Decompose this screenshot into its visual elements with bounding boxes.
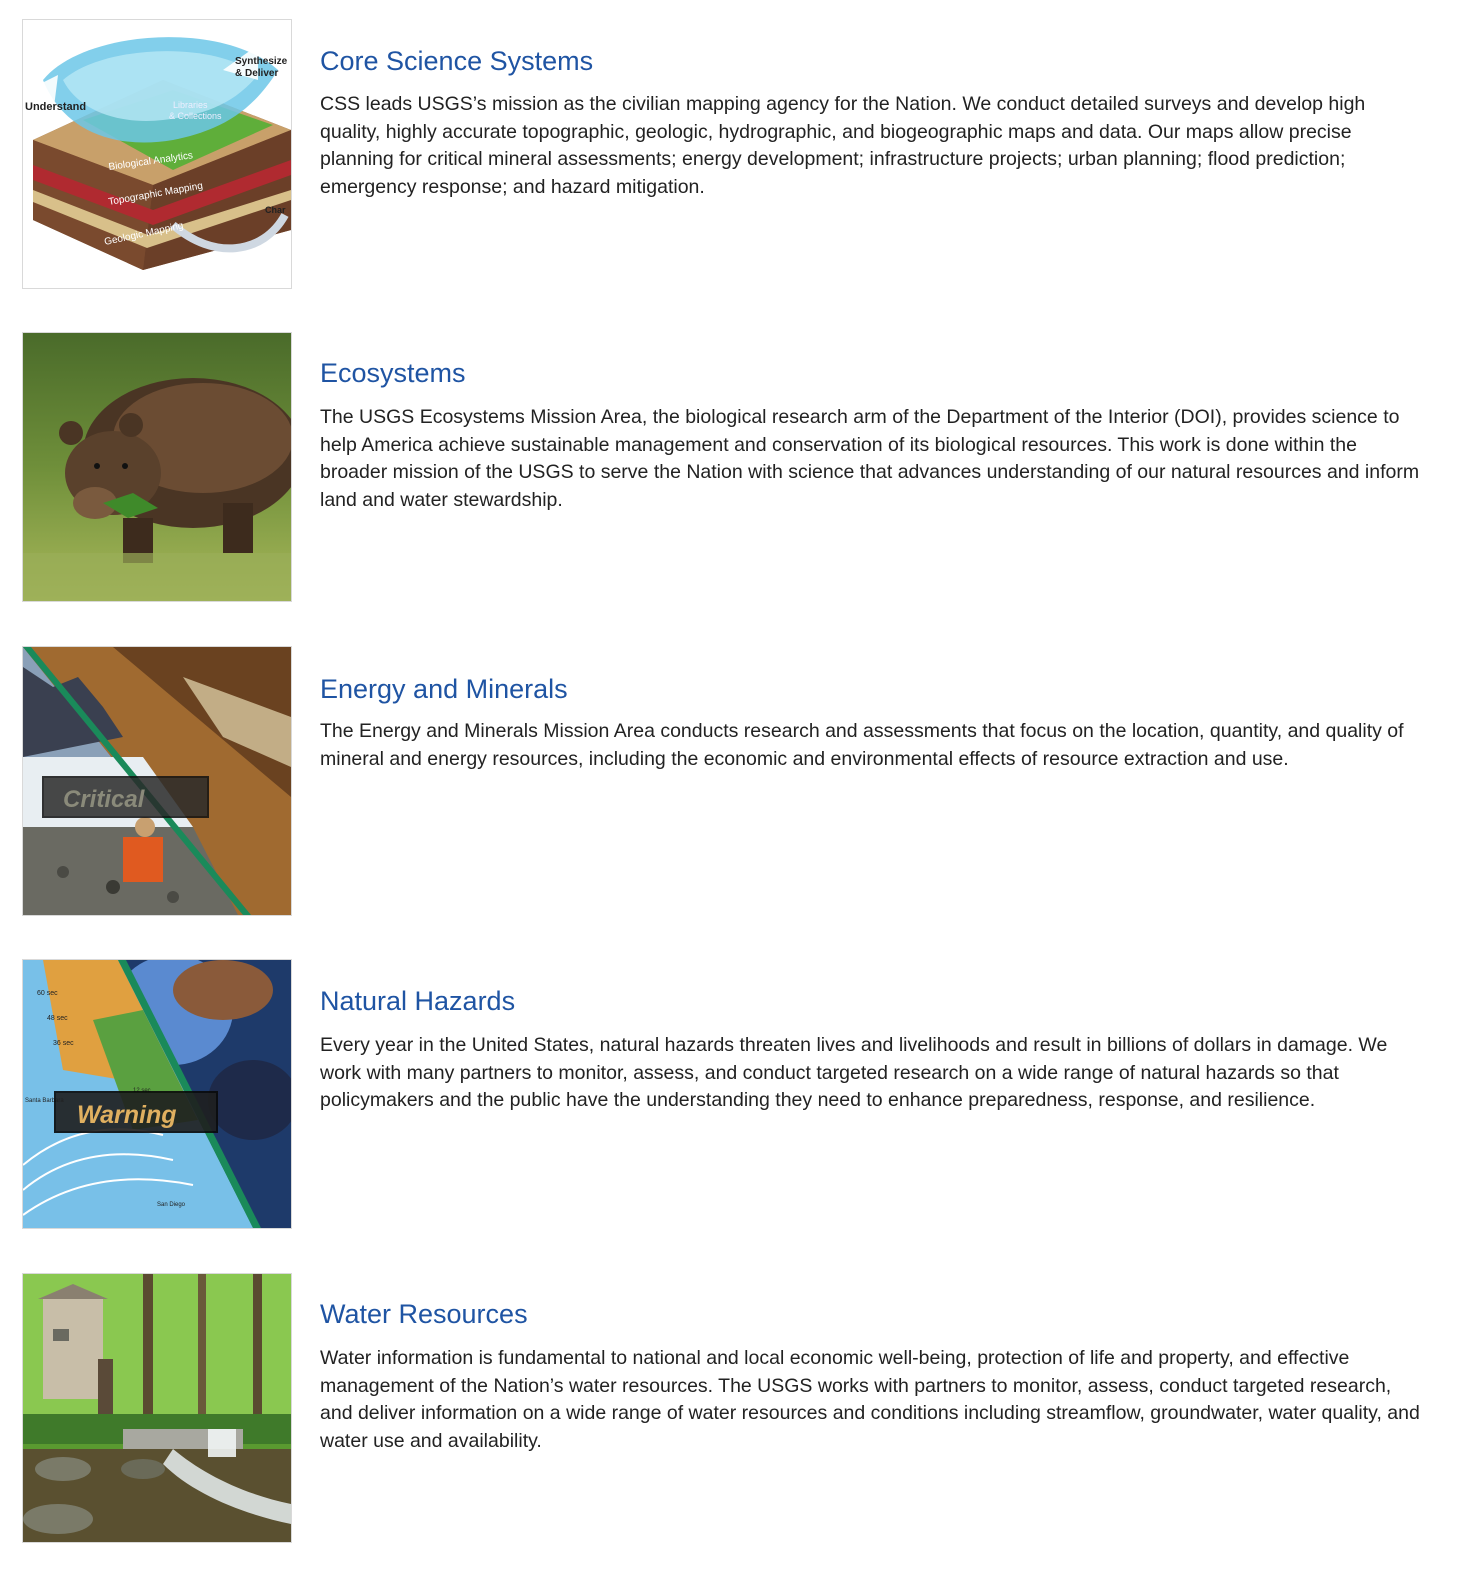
mission-area-core-science-systems: Synthesize & Deliver Understand Librarie… [22,19,1442,291]
mission-area-title[interactable]: Ecosystems [320,357,466,389]
mission-area-title[interactable]: Energy and Minerals [320,673,568,705]
water-resources-image[interactable] [22,1273,292,1543]
critical-label: Critical [63,786,146,813]
mission-area-water-resources: Water Resources Water information is fun… [22,1273,1442,1545]
mission-area-description: Every year in the United States, natural… [320,1034,1388,1111]
deliver-label: & Deliver [235,68,278,79]
core-science-systems-image[interactable]: Synthesize & Deliver Understand Librarie… [22,19,292,289]
mission-area-ecosystems: Ecosystems The USGS Ecosystems Mission A… [22,332,1442,604]
energy-and-minerals-image[interactable]: Critical [22,646,292,916]
understand-label: Understand [25,101,86,113]
libraries-label: Libraries [173,100,208,110]
ecosystems-image[interactable] [22,332,292,602]
time-label-48: 48 sec [47,1015,68,1022]
mission-area-title[interactable]: Core Science Systems [320,45,593,77]
mission-area-description: CSS leads USGS’s mission as the civilian… [320,93,1366,198]
natural-hazards-image[interactable]: 60 sec 48 sec 36 sec 12 sec Santa Barbar… [22,959,292,1229]
mission-area-description: The USGS Ecosystems Mission Area, the bi… [320,406,1420,511]
science-cycle-diagram: Synthesize & Deliver Understand Librarie… [23,20,291,288]
mission-area-energy-and-minerals: Critical Energy and Minerals The Energy … [22,646,1442,918]
warning-label: Warning [77,1101,177,1129]
mission-area-description: The Energy and Minerals Mission Area con… [320,720,1404,770]
mission-area-description: Water information is fundamental to nati… [320,1347,1420,1452]
time-label-60: 60 sec [37,990,58,997]
grizzly-bear-photo [23,333,291,601]
san-diego-label: San Diego [157,1202,186,1208]
stream-gage-photo [23,1274,291,1542]
time-label-36: 36 sec [53,1040,74,1047]
mission-area-title[interactable]: Natural Hazards [320,985,515,1017]
energy-minerals-collage: Critical [23,647,291,915]
synthesize-label: Synthesize [235,56,288,67]
char-label: Char [265,205,286,215]
mission-area-natural-hazards: 60 sec 48 sec 36 sec 12 sec Santa Barbar… [22,959,1442,1231]
natural-hazards-collage: 60 sec 48 sec 36 sec 12 sec Santa Barbar… [23,960,291,1228]
collections-label: & Collections [169,111,222,121]
mission-area-title[interactable]: Water Resources [320,1298,528,1330]
